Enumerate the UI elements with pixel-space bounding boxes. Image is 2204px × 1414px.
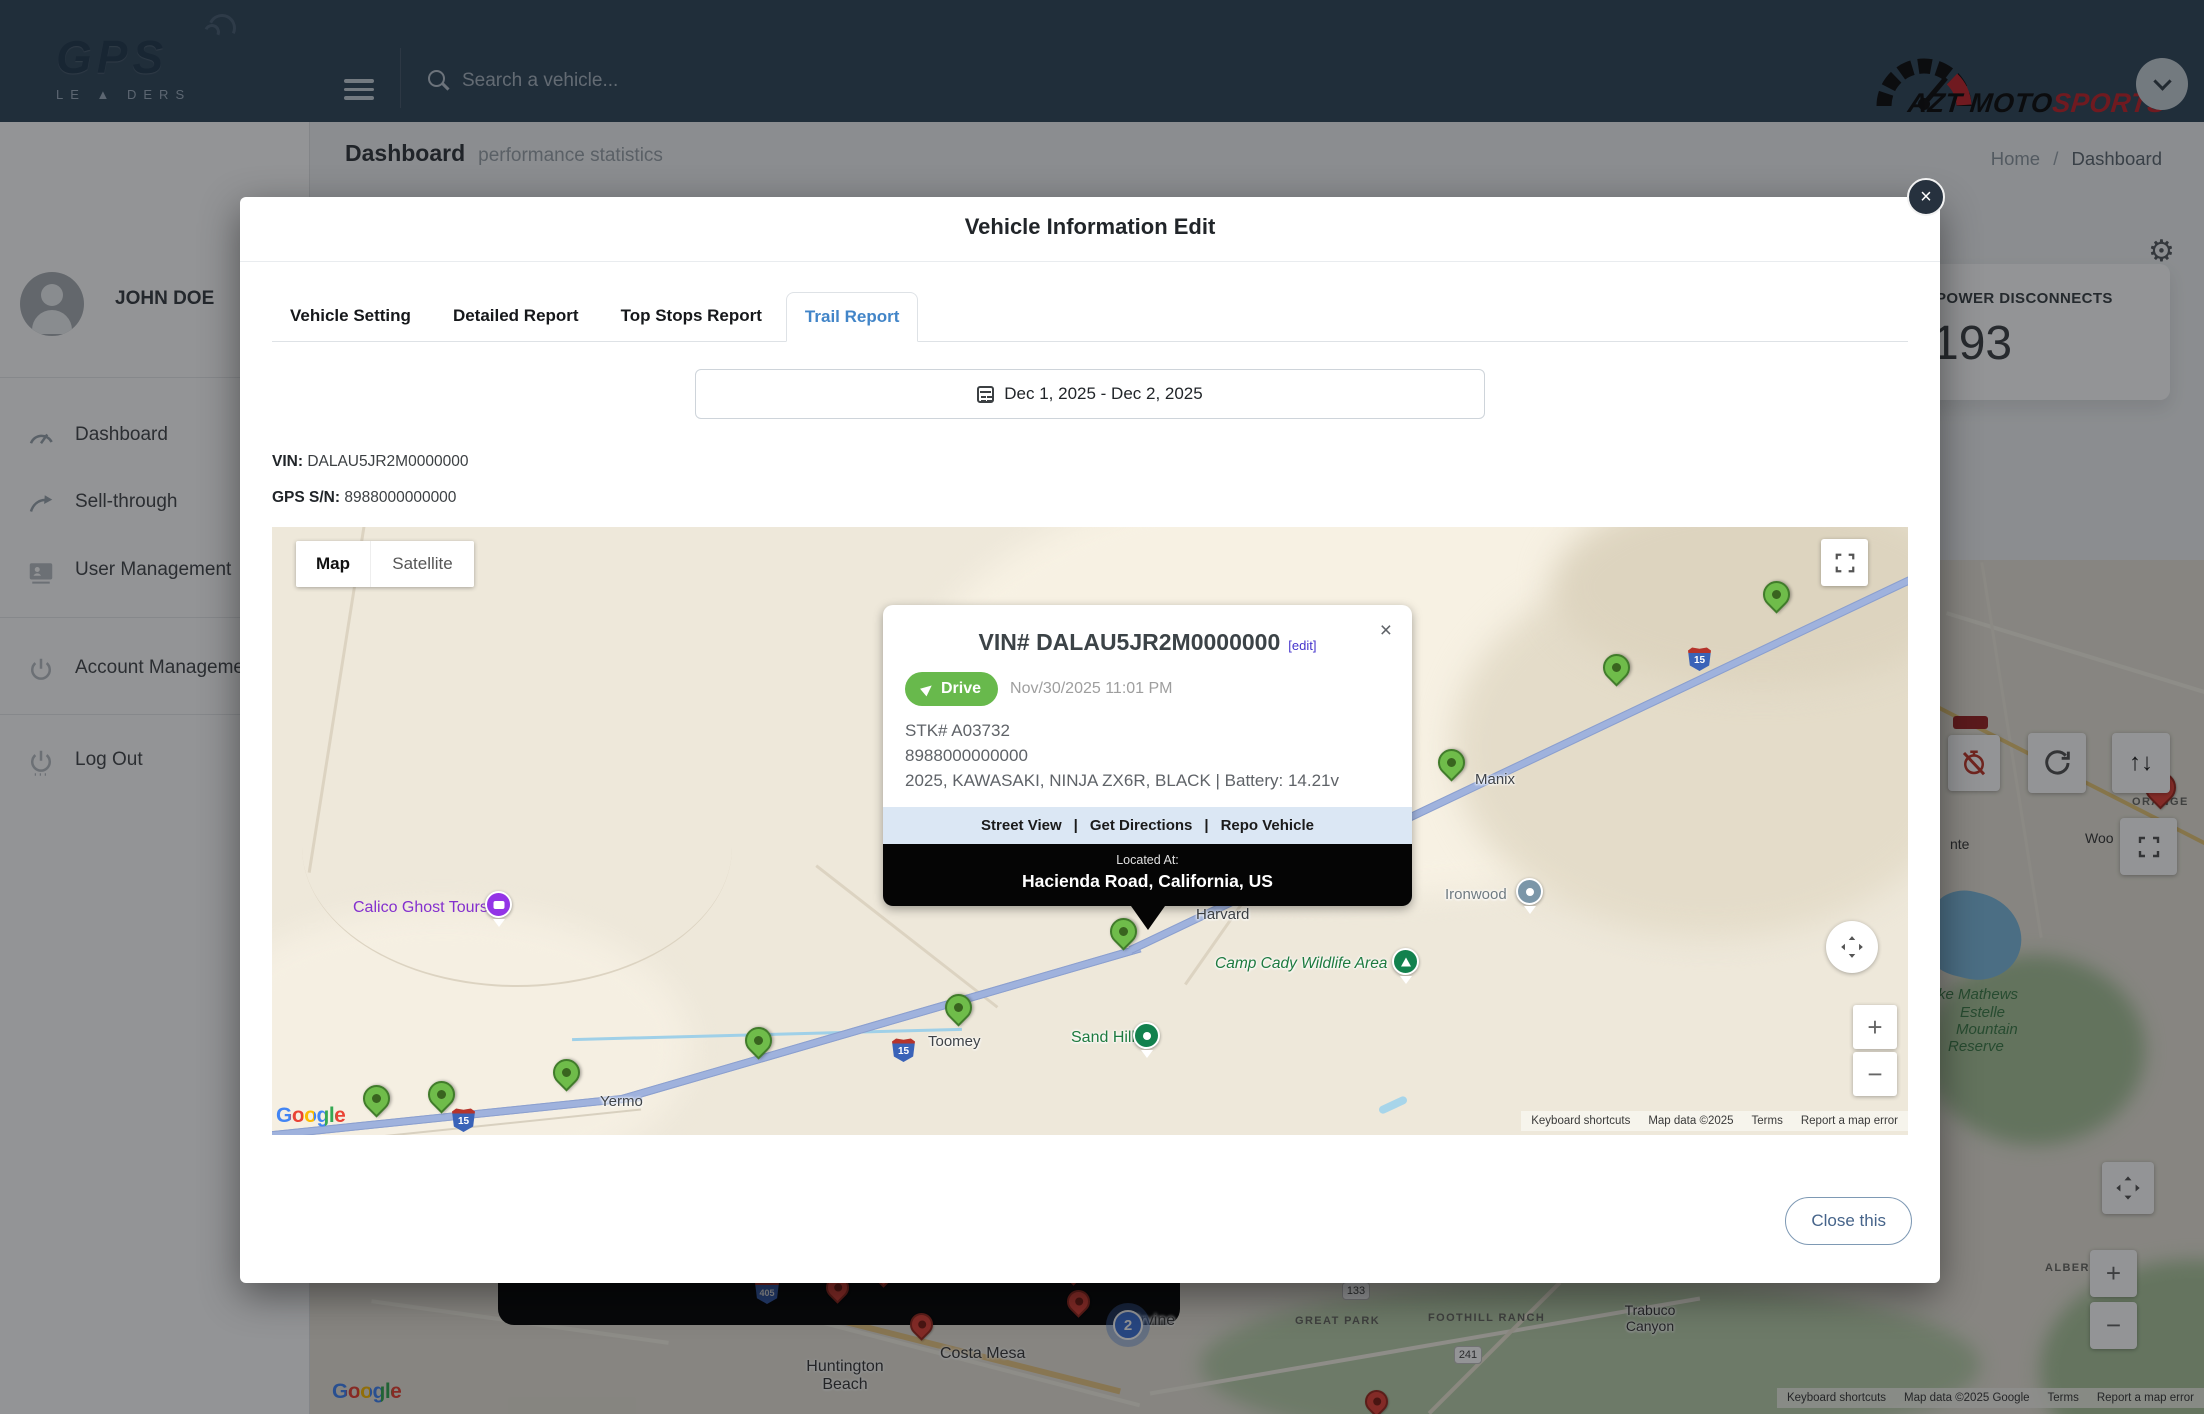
edit-link[interactable]: [edit] xyxy=(1288,638,1316,653)
serial-line: 8988000000000 xyxy=(905,746,1028,765)
close-this-button[interactable]: Close this xyxy=(1785,1197,1912,1245)
map-zoom-out-button[interactable]: − xyxy=(1853,1052,1897,1096)
modal-header-divider xyxy=(240,261,1940,262)
status-timestamp: Nov/30/2025 11:01 PM xyxy=(1010,680,1173,697)
close-icon: × xyxy=(1920,185,1932,208)
modal-tabs: Vehicle Setting Detailed Report Top Stop… xyxy=(272,292,1908,342)
report-error-link[interactable]: Report a map error xyxy=(1801,1115,1898,1127)
map-label-harvard: Harvard xyxy=(1196,906,1250,923)
vehicle-details: STK# A03732 8988000000000 2025, KAWASAKI… xyxy=(905,718,1412,793)
map-label-manix: Manix xyxy=(1475,771,1516,788)
map-type-map-button[interactable]: Map xyxy=(296,541,370,587)
map-label-calico-ghost-tours[interactable]: Calico Ghost Tours xyxy=(353,899,488,917)
map-type-control: Map Satellite xyxy=(296,541,474,587)
located-label: Located At: xyxy=(1116,853,1179,867)
tab-vehicle-setting[interactable]: Vehicle Setting xyxy=(272,292,429,341)
fullscreen-icon xyxy=(1835,553,1854,572)
tab-detailed-report[interactable]: Detailed Report xyxy=(435,292,597,341)
action-separator: | xyxy=(1073,817,1078,834)
tab-trail-report[interactable]: Trail Report xyxy=(785,292,919,342)
map-type-satellite-button[interactable]: Satellite xyxy=(370,541,474,587)
map-pan-button[interactable] xyxy=(1826,921,1878,973)
spec-line: 2025, KAWASAKI, NINJA ZX6R, BLACK | Batt… xyxy=(905,771,1340,790)
map-label-ironwood[interactable]: Ironwood xyxy=(1445,886,1507,903)
located-address: Hacienda Road, California, US xyxy=(1022,871,1273,891)
camera-poi-icon[interactable] xyxy=(485,891,512,918)
date-range-value: Dec 1, 2025 - Dec 2, 2025 xyxy=(1004,384,1203,403)
tab-top-stops-report[interactable]: Top Stops Report xyxy=(603,292,780,341)
action-separator: | xyxy=(1204,817,1209,834)
navigation-arrow-icon xyxy=(920,681,935,697)
get-directions-link[interactable]: Get Directions xyxy=(1090,817,1193,834)
modal-title: Vehicle Information Edit xyxy=(964,214,1216,239)
interstate-15-shield: 15 xyxy=(892,1038,915,1062)
tree-poi-icon[interactable] xyxy=(1392,948,1419,975)
popup-close-icon[interactable]: × xyxy=(1380,619,1392,643)
modal-close-button[interactable]: × xyxy=(1907,178,1945,216)
keyboard-shortcuts-link[interactable]: Keyboard shortcuts xyxy=(1531,1115,1630,1127)
map-label-camp-cady[interactable]: Camp Cady Wildlife Area xyxy=(1215,955,1387,973)
popup-tail xyxy=(1130,906,1165,930)
vehicle-info-window: × VIN# DALAU5JR2M0000000 [edit] Drive No… xyxy=(883,605,1412,930)
terms-link[interactable]: Terms xyxy=(1752,1115,1783,1127)
trail-report-map[interactable]: 15 15 15 Calico Ghost Tours Yermo Toomey… xyxy=(272,527,1908,1135)
map-data-text: Map data ©2025 xyxy=(1648,1115,1734,1127)
repo-vehicle-link[interactable]: Repo Vehicle xyxy=(1221,817,1314,834)
road-arc xyxy=(302,707,732,987)
status-badge: Drive xyxy=(905,672,999,706)
gps-row: GPS S/N: 8988000000000 xyxy=(272,489,457,506)
date-range-picker[interactable]: Dec 1, 2025 - Dec 2, 2025 xyxy=(695,369,1485,419)
vin-row: VIN: DALAU5JR2M0000000 xyxy=(272,453,469,470)
street-view-link[interactable]: Street View xyxy=(981,817,1062,834)
popup-actions: Street View | Get Directions | Repo Vehi… xyxy=(883,807,1412,844)
map-label-sand-hill[interactable]: Sand Hill xyxy=(1071,1029,1135,1047)
vehicle-information-edit-modal: × Vehicle Information Edit Vehicle Setti… xyxy=(240,178,1945,1283)
interstate-15-road xyxy=(618,944,1142,1104)
map-attribution: Keyboard shortcuts Map data ©2025 Terms … xyxy=(1521,1111,1908,1131)
move-icon xyxy=(1841,936,1863,958)
map-zoom-in-button[interactable]: + xyxy=(1853,1005,1897,1049)
locality-poi-icon[interactable] xyxy=(1516,878,1543,905)
park-poi-icon[interactable] xyxy=(1133,1022,1160,1049)
popup-title: VIN# DALAU5JR2M0000000 xyxy=(978,629,1281,655)
water-mark xyxy=(1377,1095,1409,1115)
map-fullscreen-button[interactable] xyxy=(1821,539,1868,586)
google-logo: Google xyxy=(276,1104,346,1127)
stk-line: STK# A03732 xyxy=(905,721,1010,740)
map-label-yermo: Yermo xyxy=(600,1093,643,1110)
calendar-icon xyxy=(977,385,995,403)
located-at-panel: Located At: Hacienda Road, California, U… xyxy=(883,844,1412,906)
map-label-toomey: Toomey xyxy=(928,1033,981,1050)
